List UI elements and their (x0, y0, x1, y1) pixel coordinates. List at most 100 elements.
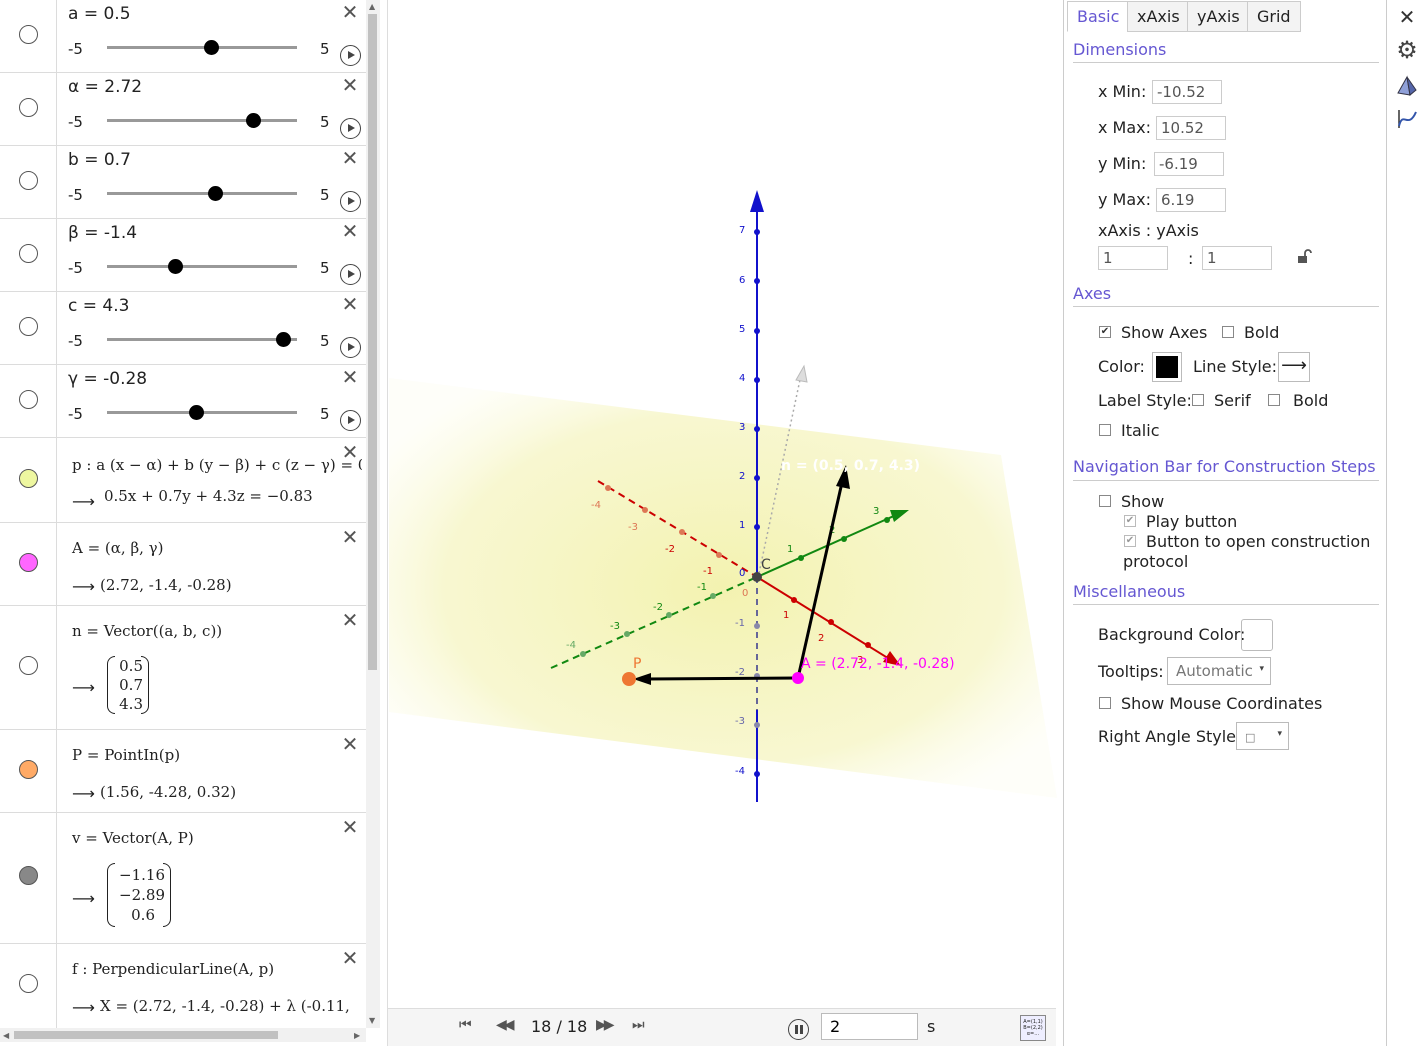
construction-protocol-icon[interactable]: A=(1,1) B=(2,2) α=… (1020, 1015, 1046, 1041)
slider-knob[interactable] (189, 405, 205, 420)
point-a[interactable] (792, 672, 804, 684)
slider-track[interactable] (107, 192, 297, 195)
pause-icon[interactable] (788, 1019, 809, 1040)
slider-knob[interactable] (207, 186, 223, 201)
serif-checkbox[interactable] (1192, 394, 1204, 406)
play-icon[interactable] (340, 191, 361, 212)
close-icon[interactable]: ✕ (340, 527, 360, 547)
first-step-icon[interactable]: ⏮ (459, 1017, 471, 1033)
show-mouse-coordinates-checkbox[interactable] (1099, 697, 1111, 709)
scrollbar-thumb[interactable] (14, 1031, 278, 1039)
slider-track[interactable] (107, 119, 297, 122)
algebra-item-vector-n[interactable]: ✕ n = Vector((a, b, c)) ⟶ 0.5 0.7 4.3 (0, 606, 366, 730)
x-min-input[interactable] (1152, 80, 1222, 104)
slider-track[interactable] (107, 46, 297, 49)
open-protocol-checkbox[interactable]: ✔ (1124, 535, 1136, 547)
visibility-marble[interactable] (19, 760, 38, 779)
slider-knob[interactable] (204, 40, 219, 55)
slider-row-gamma[interactable]: γ = -0.28 ✕ -5 5 (0, 365, 366, 438)
graphics-3d-view[interactable]: 7 6 5 4 3 2 1 0 -1 -2 -3 -4 -4 -3 -2 -1 … (387, 0, 1057, 1008)
close-icon[interactable]: ✕ (340, 294, 360, 314)
definition[interactable]: P = PointIn(p) (72, 746, 180, 764)
slider-row-c[interactable]: c = 4.3 ✕ -5 5 (0, 292, 366, 365)
definition[interactable]: f : PerpendicularLine(A, p) (72, 960, 274, 978)
show-navbar-checkbox[interactable] (1099, 495, 1111, 507)
point-c[interactable] (752, 572, 762, 582)
axes-color-button[interactable] (1152, 352, 1182, 382)
background-color-button[interactable] (1241, 619, 1273, 651)
visibility-marble[interactable] (19, 974, 38, 993)
y-max-input[interactable] (1156, 188, 1226, 212)
close-icon[interactable]: ✕ (340, 734, 360, 754)
visibility-marble[interactable] (19, 469, 38, 488)
graphics-view-icon[interactable] (1396, 108, 1418, 130)
italic-checkbox[interactable] (1099, 424, 1111, 436)
tooltips-dropdown[interactable]: Automatic ▾ (1167, 657, 1271, 685)
play-button-checkbox[interactable]: ✔ (1124, 515, 1136, 527)
close-icon[interactable]: ✕ (340, 148, 360, 168)
slider-knob[interactable] (246, 113, 262, 128)
show-axes-checkbox[interactable]: ✔ (1099, 326, 1111, 338)
scroll-down-icon[interactable]: ▼ (369, 1016, 375, 1025)
close-icon[interactable]: ✕ (340, 2, 360, 22)
slider-row-b[interactable]: b = 0.7 ✕ -5 5 (0, 146, 366, 219)
definition[interactable]: v = Vector(A, P) (72, 829, 194, 847)
close-icon[interactable]: ✕ (340, 221, 360, 241)
algebra-item-point-p[interactable]: ✕ P = PointIn(p) ⟶ (1.56, -4.28, 0.32) (0, 730, 366, 813)
bold-label-checkbox[interactable] (1268, 394, 1280, 406)
slider-row-alpha[interactable]: α = 2.72 ✕ -5 5 (0, 73, 366, 146)
scroll-right-icon[interactable]: ▶ (354, 1031, 360, 1040)
slider-knob[interactable] (167, 259, 183, 274)
gear-icon[interactable]: ⚙ (1396, 38, 1418, 62)
visibility-marble[interactable] (19, 656, 38, 675)
slider-row-a[interactable]: a = 0.5 ✕ -5 5 (0, 0, 366, 73)
slider-knob[interactable] (276, 332, 292, 347)
close-icon[interactable]: ✕ (340, 610, 360, 630)
vertical-scrollbar[interactable]: ▲ ▼ (366, 0, 380, 1028)
slider-row-beta[interactable]: β = -1.4 ✕ -5 5 (0, 219, 366, 292)
play-icon[interactable] (340, 264, 361, 285)
close-icon[interactable]: ✕ (340, 367, 360, 387)
right-angle-style-dropdown[interactable]: □ ▾ (1236, 722, 1289, 750)
pyramid-3d-icon[interactable] (1396, 75, 1418, 97)
visibility-marble[interactable] (19, 317, 38, 336)
close-icon[interactable]: ✕ (340, 75, 360, 95)
algebra-item-point-a[interactable]: ✕ A = (α, β, γ) ⟶ (2.72, -1.4, -0.28) (0, 523, 366, 606)
slider-track[interactable] (107, 338, 297, 341)
point-p[interactable] (622, 672, 636, 686)
ratio-x-input[interactable] (1098, 246, 1168, 270)
visibility-marble[interactable] (19, 390, 38, 409)
visibility-marble[interactable] (19, 171, 38, 190)
bold-checkbox[interactable] (1222, 326, 1234, 338)
y-min-input[interactable] (1154, 152, 1224, 176)
horizontal-scrollbar[interactable]: ◀ ▶ (0, 1028, 366, 1042)
vector-v[interactable] (645, 676, 799, 681)
definition[interactable]: A = (α, β, γ) (72, 539, 163, 557)
close-icon[interactable]: ✕ (340, 817, 360, 837)
close-icon[interactable]: ✕ (1396, 6, 1418, 28)
definition[interactable]: n = Vector((a, b, c)) (72, 622, 222, 640)
definition[interactable]: p : a (x − α) + b (y − β) + c (z − γ) = … (72, 456, 362, 474)
play-icon[interactable] (340, 410, 361, 431)
line-style-button[interactable]: ⟶ (1278, 352, 1310, 382)
visibility-marble[interactable] (19, 866, 38, 885)
unlock-icon[interactable] (1296, 248, 1312, 264)
tab-basic[interactable]: Basic (1067, 1, 1130, 32)
visibility-marble[interactable] (19, 98, 38, 117)
visibility-marble[interactable] (19, 244, 38, 263)
ratio-y-input[interactable] (1202, 246, 1272, 270)
last-step-icon[interactable]: ⏭ (632, 1017, 644, 1033)
previous-step-icon[interactable]: ◀◀ (496, 1017, 514, 1033)
play-icon[interactable] (340, 337, 361, 358)
plane-p[interactable] (389, 378, 1057, 798)
speed-input[interactable] (821, 1013, 918, 1040)
next-step-icon[interactable]: ▶▶ (596, 1017, 614, 1033)
graphics-canvas[interactable]: 7 6 5 4 3 2 1 0 -1 -2 -3 -4 -4 -3 -2 -1 … (388, 0, 1057, 1008)
algebra-item-plane-p[interactable]: ✕ p : a (x − α) + b (y − β) + c (z − γ) … (0, 438, 366, 523)
tab-xaxis[interactable]: xAxis (1127, 1, 1190, 32)
play-icon[interactable] (340, 118, 361, 139)
tab-grid[interactable]: Grid (1247, 1, 1301, 32)
scroll-up-icon[interactable]: ▲ (369, 2, 375, 11)
play-icon[interactable] (340, 45, 361, 66)
close-icon[interactable]: ✕ (340, 948, 360, 968)
